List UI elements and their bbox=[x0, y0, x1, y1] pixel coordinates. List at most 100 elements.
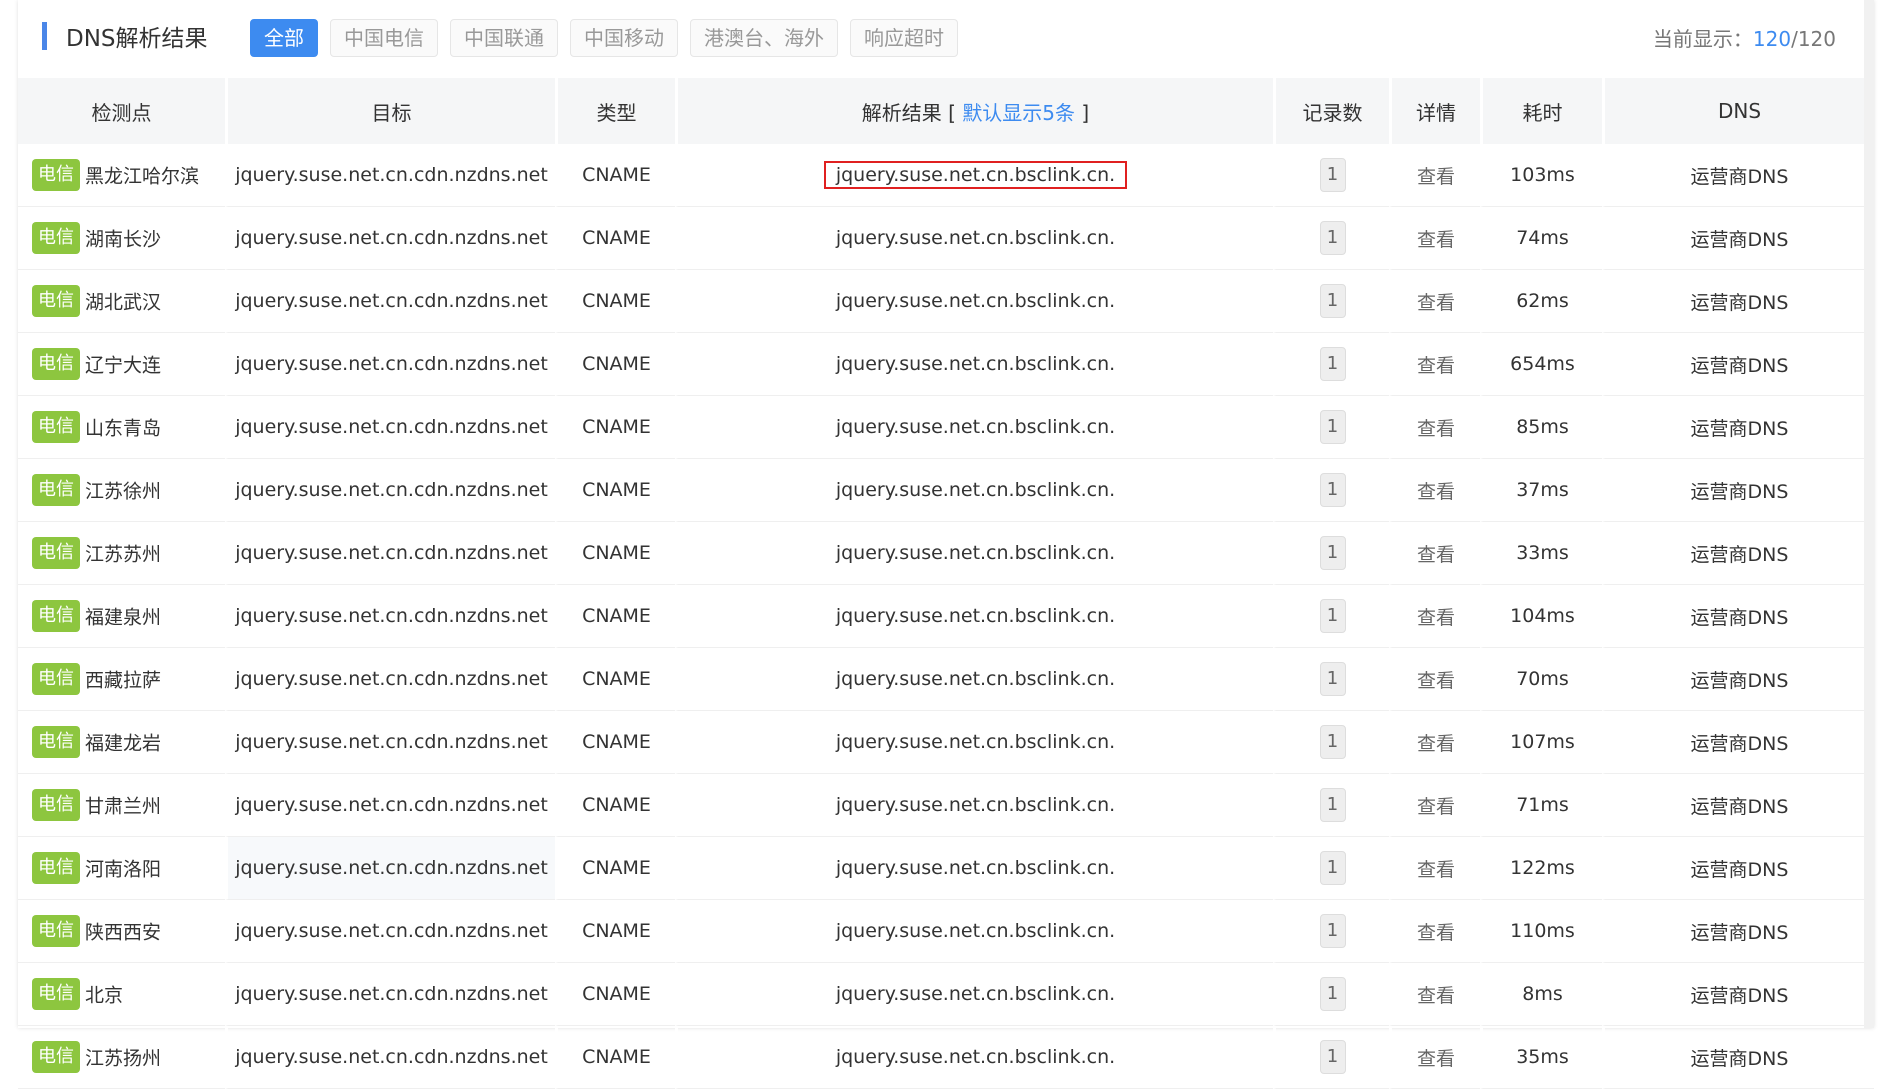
probe-location: 黑龙江哈尔滨 bbox=[85, 165, 200, 188]
table-row: 电信 福建泉州 jquery.suse.net.cn.cdn.nzdns.net CN… bbox=[18, 585, 1874, 648]
table-row: 电信 甘肃兰州 jquery.suse.net.cn.cdn.nzdns.net CN… bbox=[18, 774, 1874, 837]
isp-badge: 电信 bbox=[32, 222, 80, 254]
type-cell: CNAME bbox=[555, 459, 675, 522]
type-cell: CNAME bbox=[555, 900, 675, 963]
view-detail-link[interactable]: 查看 bbox=[1417, 859, 1455, 881]
target-cell: jquery.suse.net.cn.cdn.nzdns.net bbox=[225, 963, 555, 1026]
probe-cell: 电信 陕西西安 bbox=[18, 900, 225, 963]
probe-cell: 电信 河南洛阳 bbox=[18, 837, 225, 900]
view-detail-link[interactable]: 查看 bbox=[1417, 922, 1455, 944]
result-value: jquery.suse.net.cn.bsclink.cn. bbox=[835, 920, 1116, 942]
type-cell: CNAME bbox=[555, 144, 675, 207]
probe-cell: 电信 江苏徐州 bbox=[18, 459, 225, 522]
probe-location: 江苏苏州 bbox=[85, 543, 162, 566]
isp-badge: 电信 bbox=[32, 348, 80, 380]
view-detail-link[interactable]: 查看 bbox=[1417, 985, 1455, 1007]
detail-cell: 查看 bbox=[1389, 585, 1480, 648]
target-cell: jquery.suse.net.cn.cdn.nzdns.net bbox=[225, 648, 555, 711]
filter-all[interactable]: 全部 bbox=[250, 19, 318, 57]
isp-badge: 电信 bbox=[32, 411, 80, 443]
result-value: jquery.suse.net.cn.bsclink.cn. bbox=[835, 668, 1116, 690]
target-cell: jquery.suse.net.cn.cdn.nzdns.net bbox=[225, 144, 555, 207]
view-detail-link[interactable]: 查看 bbox=[1417, 166, 1455, 188]
display-count-current: 120 bbox=[1752, 27, 1792, 51]
type-cell: CNAME bbox=[555, 963, 675, 1026]
view-detail-link[interactable]: 查看 bbox=[1417, 229, 1455, 251]
title-accent-bar bbox=[42, 22, 47, 50]
result-cell: jquery.suse.net.cn.bsclink.cn. bbox=[675, 774, 1273, 837]
result-value: jquery.suse.net.cn.bsclink.cn. bbox=[835, 794, 1116, 816]
column-header-result: 解析结果 [ 默认显示5条 ] bbox=[675, 78, 1273, 144]
result-value: jquery.suse.net.cn.bsclink.cn. bbox=[835, 983, 1116, 1005]
detail-cell: 查看 bbox=[1389, 333, 1480, 396]
view-detail-link[interactable]: 查看 bbox=[1417, 1048, 1455, 1070]
view-detail-link[interactable]: 查看 bbox=[1417, 355, 1455, 377]
isp-badge: 电信 bbox=[32, 852, 80, 884]
records-cell: 1 bbox=[1273, 1026, 1389, 1089]
type-cell: CNAME bbox=[555, 837, 675, 900]
page-scrollbar[interactable] bbox=[1864, 0, 1874, 1028]
record-count-badge: 1 bbox=[1319, 410, 1346, 444]
dns-cell: 运营商DNS bbox=[1602, 963, 1874, 1026]
isp-badge: 电信 bbox=[32, 726, 80, 758]
result-cell: jquery.suse.net.cn.bsclink.cn. bbox=[675, 837, 1273, 900]
probe-location: 江苏扬州 bbox=[85, 1047, 162, 1070]
dns-cell: 运营商DNS bbox=[1602, 1026, 1874, 1089]
view-detail-link[interactable]: 查看 bbox=[1417, 607, 1455, 629]
probe-location: 福建泉州 bbox=[85, 606, 162, 629]
record-count-badge: 1 bbox=[1319, 662, 1346, 696]
isp-badge: 电信 bbox=[32, 978, 80, 1010]
dns-cell: 运营商DNS bbox=[1602, 333, 1874, 396]
results-header: DNS解析结果 全部 中国电信 中国联通 中国移动 港澳台、海外 响应超时 当前… bbox=[18, 0, 1874, 74]
result-value: jquery.suse.net.cn.bsclink.cn. bbox=[835, 290, 1116, 312]
isp-badge: 电信 bbox=[32, 285, 80, 317]
target-cell: jquery.suse.net.cn.cdn.nzdns.net bbox=[225, 522, 555, 585]
view-detail-link[interactable]: 查看 bbox=[1417, 670, 1455, 692]
target-cell: jquery.suse.net.cn.cdn.nzdns.net bbox=[225, 459, 555, 522]
isp-badge: 电信 bbox=[32, 537, 80, 569]
probe-cell: 电信 山东青岛 bbox=[18, 396, 225, 459]
latency-cell: 33ms bbox=[1480, 522, 1602, 585]
latency-cell: 654ms bbox=[1480, 333, 1602, 396]
dns-cell: 运营商DNS bbox=[1602, 459, 1874, 522]
record-count-badge: 1 bbox=[1319, 851, 1346, 885]
type-cell: CNAME bbox=[555, 648, 675, 711]
detail-cell: 查看 bbox=[1389, 1026, 1480, 1089]
filter-china-telecom[interactable]: 中国电信 bbox=[330, 19, 438, 57]
table-row: 电信 北京 jquery.suse.net.cn.cdn.nzdns.net CNAM… bbox=[18, 963, 1874, 1026]
view-detail-link[interactable]: 查看 bbox=[1417, 418, 1455, 440]
latency-cell: 74ms bbox=[1480, 207, 1602, 270]
dns-cell: 运营商DNS bbox=[1602, 837, 1874, 900]
records-cell: 1 bbox=[1273, 837, 1389, 900]
filter-hk-mo-tw-overseas[interactable]: 港澳台、海外 bbox=[690, 19, 838, 57]
filter-china-mobile[interactable]: 中国移动 bbox=[570, 19, 678, 57]
view-detail-link[interactable]: 查看 bbox=[1417, 733, 1455, 755]
result-header-prefix: 解析结果 [ bbox=[861, 100, 963, 125]
probe-location: 河南洛阳 bbox=[85, 858, 162, 881]
column-header-target: 目标 bbox=[225, 78, 555, 144]
type-cell: CNAME bbox=[555, 396, 675, 459]
record-count-badge: 1 bbox=[1319, 158, 1346, 192]
table-row: 电信 江苏扬州 jquery.suse.net.cn.cdn.nzdns.net CN… bbox=[18, 1026, 1874, 1089]
filter-timeout[interactable]: 响应超时 bbox=[850, 19, 958, 57]
detail-cell: 查看 bbox=[1389, 711, 1480, 774]
latency-cell: 71ms bbox=[1480, 774, 1602, 837]
default-show-5-link[interactable]: 默认显示5条 bbox=[962, 101, 1075, 125]
view-detail-link[interactable]: 查看 bbox=[1417, 292, 1455, 314]
probe-cell: 电信 福建泉州 bbox=[18, 585, 225, 648]
result-value: jquery.suse.net.cn.bsclink.cn. bbox=[835, 353, 1116, 375]
target-cell: jquery.suse.net.cn.cdn.nzdns.net bbox=[225, 396, 555, 459]
view-detail-link[interactable]: 查看 bbox=[1417, 544, 1455, 566]
result-value: jquery.suse.net.cn.bsclink.cn. bbox=[835, 416, 1116, 438]
display-count-total: 120 bbox=[1797, 27, 1836, 51]
probe-location: 江苏徐州 bbox=[85, 480, 162, 503]
filter-china-unicom[interactable]: 中国联通 bbox=[450, 19, 558, 57]
probe-location: 陕西西安 bbox=[85, 921, 162, 944]
latency-cell: 107ms bbox=[1480, 711, 1602, 774]
view-detail-link[interactable]: 查看 bbox=[1417, 796, 1455, 818]
table-row: 电信 黑龙江哈尔滨 jquery.suse.net.cn.cdn.nzdns.net… bbox=[18, 144, 1874, 207]
dns-cell: 运营商DNS bbox=[1602, 270, 1874, 333]
probe-cell: 电信 辽宁大连 bbox=[18, 333, 225, 396]
view-detail-link[interactable]: 查看 bbox=[1417, 481, 1455, 503]
table-row: 电信 江苏苏州 jquery.suse.net.cn.cdn.nzdns.net CN… bbox=[18, 522, 1874, 585]
